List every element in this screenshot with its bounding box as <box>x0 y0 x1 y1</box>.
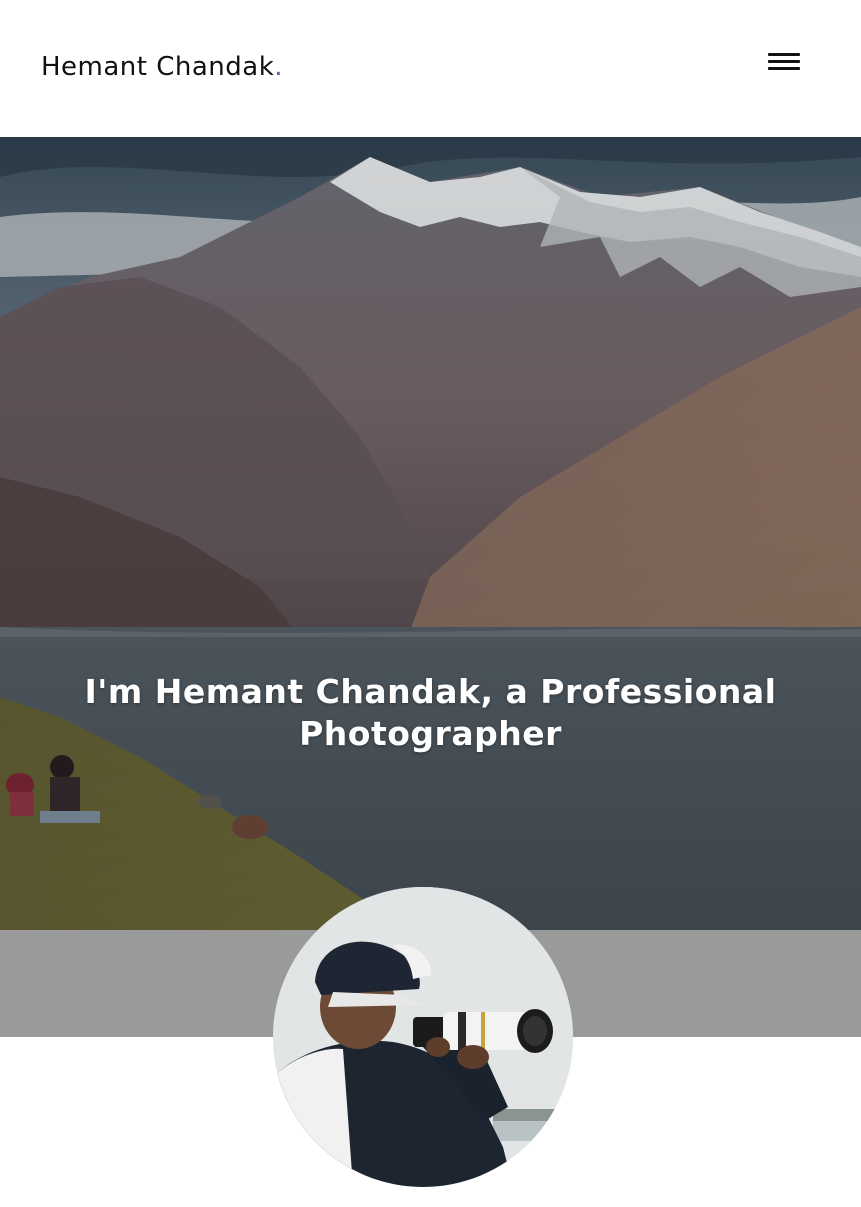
site-header: Hemant Chandak. <box>0 0 861 137</box>
hamburger-menu-icon[interactable] <box>766 48 802 76</box>
hero-background-image <box>0 137 861 930</box>
hero-title: I'm Hemant Chandak, a Professional Photo… <box>84 672 777 753</box>
hero-section: I'm Hemant Chandak, a Professional Photo… <box>0 137 861 930</box>
brand-dot: . <box>274 52 284 82</box>
brand-logo[interactable]: Hemant Chandak. <box>41 50 283 84</box>
brand-name: Hemant Chandak <box>41 52 275 82</box>
photographer-photo <box>273 887 573 1187</box>
profile-avatar <box>273 887 573 1187</box>
